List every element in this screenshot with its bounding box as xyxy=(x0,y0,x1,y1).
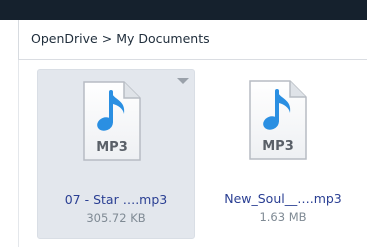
file-grid: MP3 07 - Star ….mp3 305.72 KB MP3 New_So… xyxy=(18,60,367,247)
file-size: 1.63 MB xyxy=(259,210,307,224)
file-size: 305.72 KB xyxy=(86,211,146,225)
top-bar xyxy=(0,0,367,20)
file-tile[interactable]: MP3 New_Soul__….mp3 1.63 MB xyxy=(204,69,362,239)
file-badge: MP3 xyxy=(96,140,128,155)
breadcrumb-item-my-documents[interactable]: My Documents xyxy=(116,31,209,46)
file-tile[interactable]: MP3 07 - Star ….mp3 305.72 KB xyxy=(37,69,195,239)
breadcrumb-separator: > xyxy=(101,31,113,46)
chevron-down-icon[interactable] xyxy=(177,78,189,84)
mp3-file-icon: MP3 xyxy=(83,81,141,161)
breadcrumb-item-opendrive[interactable]: OpenDrive xyxy=(31,31,98,46)
file-badge: MP3 xyxy=(262,139,294,154)
file-name[interactable]: New_Soul__….mp3 xyxy=(204,191,362,206)
breadcrumb: OpenDrive > My Documents xyxy=(31,31,210,46)
file-name[interactable]: 07 - Star ….mp3 xyxy=(38,192,194,207)
mp3-file-icon: MP3 xyxy=(249,80,307,160)
breadcrumb-bar: OpenDrive > My Documents xyxy=(18,20,367,60)
